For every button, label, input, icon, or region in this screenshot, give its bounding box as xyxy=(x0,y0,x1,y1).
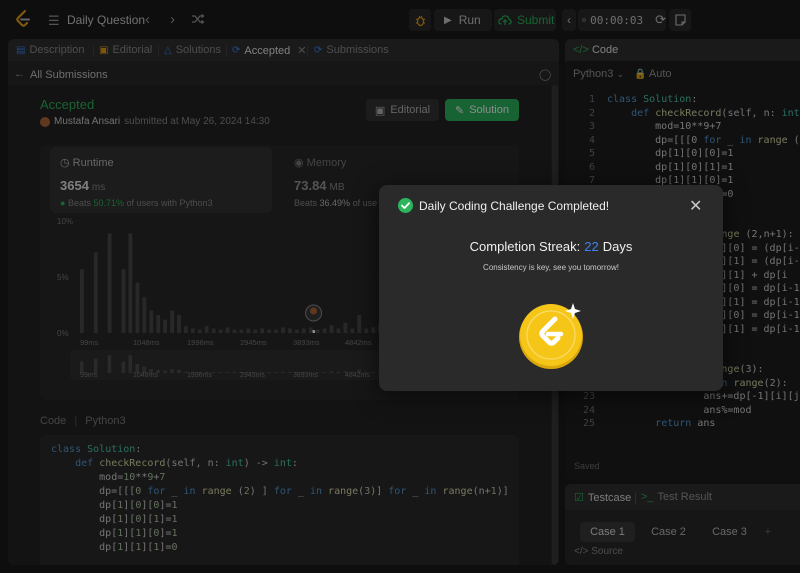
streak-prefix: Completion Streak: xyxy=(469,239,581,254)
close-icon[interactable]: ✕ xyxy=(689,196,702,216)
modal-message: Consistency is key, see you tomorrow! xyxy=(483,263,619,272)
check-circle-icon xyxy=(398,198,413,213)
leetcode-coin-icon xyxy=(519,303,583,369)
modal-title: Daily Coding Challenge Completed! xyxy=(419,199,610,213)
completion-streak: Completion Streak: 22 Days xyxy=(379,239,723,254)
streak-suffix: Days xyxy=(602,239,633,254)
streak-count: 22 xyxy=(584,239,599,254)
daily-challenge-modal: Daily Coding Challenge Completed! ✕ Comp… xyxy=(379,185,723,391)
